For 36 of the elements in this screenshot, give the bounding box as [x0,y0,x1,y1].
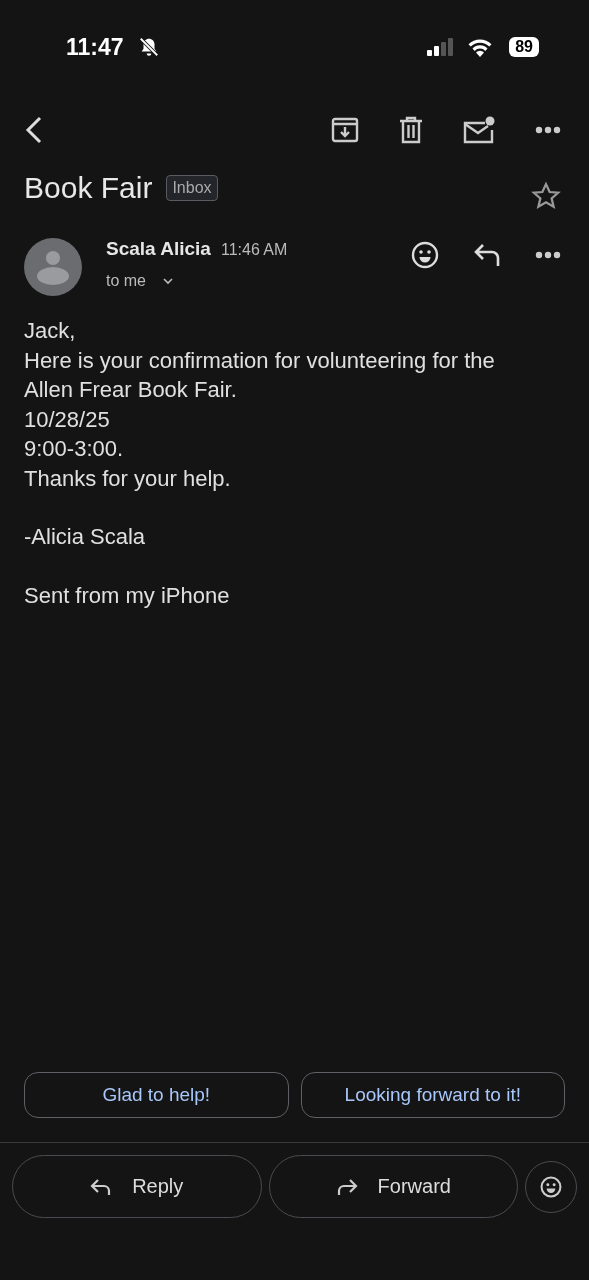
inbox-label: Inbox [166,175,218,201]
more-icon[interactable] [535,126,561,134]
smart-reply-button[interactable]: Looking forward to it! [300,1072,565,1118]
reply-icon[interactable] [473,243,501,267]
sender-name: Scala Alicia [106,238,211,260]
recipient-text: to me [106,272,146,290]
emoji-icon[interactable] [411,241,439,269]
message-line: Here is your confirmation for volunteering for the [24,346,496,375]
back-icon[interactable] [24,115,44,145]
message-line: 10/28/25 [24,405,111,434]
more-icon[interactable] [535,251,561,259]
message-line: Sent from my iPhone [24,581,231,610]
message-line: Thanks for your help. [24,464,232,493]
archive-icon[interactable] [331,116,359,144]
mail-unread-icon[interactable] [463,116,495,144]
message-time: 11:46 AM [220,241,288,259]
smart-reply-button[interactable]: Glad to help! [24,1072,289,1118]
message-line: -Alicia Scala [24,523,147,551]
message-line: Allen Frear Book Fair. [24,376,238,404]
wifi-icon [467,37,494,57]
message-line: Jack, [24,317,77,345]
reply-icon [90,1177,113,1196]
muted-bell-icon [137,36,160,58]
chevron-down-icon[interactable] [162,277,174,285]
delete-icon[interactable] [399,116,423,144]
reply-button[interactable]: Reply [12,1155,262,1218]
battery-indicator: 89 [509,37,539,57]
signal-icon [427,38,456,56]
message-line: 9:00-3:00. [24,435,125,463]
forward-button[interactable]: Forward [268,1155,518,1218]
forward-icon [335,1177,358,1196]
email-subject: Book Fair [24,171,153,205]
star-icon[interactable] [531,181,561,211]
emoji-icon [540,1175,562,1198]
avatar-icon [24,238,82,296]
status-time: 11:47 [66,33,124,61]
